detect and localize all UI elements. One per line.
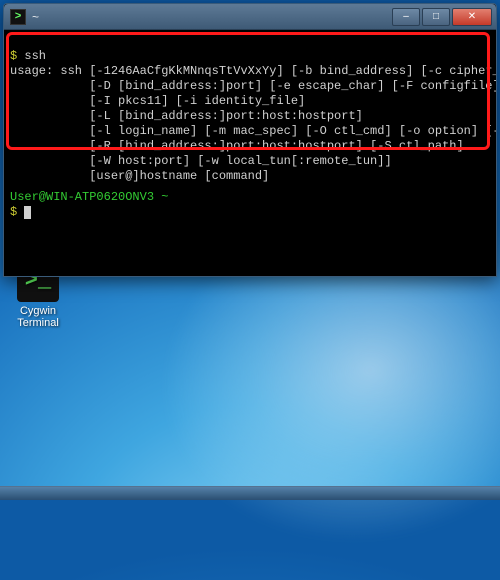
desktop-icon-label: Cygwin Terminal: [8, 305, 68, 329]
maximize-button[interactable]: □: [422, 8, 450, 26]
command-text: ssh: [24, 49, 46, 63]
close-button[interactable]: ✕: [452, 8, 492, 26]
usage-line: [-L [bind_address:]port:host:hostport]: [10, 109, 490, 124]
window-title: ~: [32, 10, 392, 24]
terminal-prompt: User@WIN-ATP0620ONV3 ~: [10, 190, 490, 205]
terminal-command-line: $ ssh: [10, 49, 490, 64]
app-icon: >: [10, 9, 26, 25]
minimize-button[interactable]: –: [392, 8, 420, 26]
terminal-body[interactable]: User@WIN-ATP0620ONV3 ~ $ ssh usage: ssh …: [4, 30, 496, 276]
prompt-symbol: $: [10, 49, 24, 63]
usage-line: [-W host:port] [-w local_tun[:remote_tun…: [10, 154, 490, 169]
usage-line: [-R [bind_address:]port:host:hostport] […: [10, 139, 490, 154]
taskbar[interactable]: [0, 486, 500, 500]
prompt-symbol: $: [10, 205, 17, 219]
cursor-icon: [24, 206, 31, 219]
usage-line: [-D [bind_address:]port] [-e escape_char…: [10, 79, 490, 94]
usage-line: [-I pkcs11] [-i identity_file]: [10, 94, 490, 109]
terminal-input-line[interactable]: $: [10, 205, 490, 220]
usage-line: [-l login_name] [-m mac_spec] [-O ctl_cm…: [10, 124, 490, 139]
usage-line: [user@]hostname [command]: [10, 169, 490, 184]
usage-line: usage: ssh [-1246AaCfgKkMNnqsTtVvXxYy] […: [10, 64, 490, 79]
terminal-window: > ~ – □ ✕ User@WIN-ATP0620ONV3 ~ $ ssh u…: [3, 3, 497, 277]
titlebar[interactable]: > ~ – □ ✕: [4, 4, 496, 30]
